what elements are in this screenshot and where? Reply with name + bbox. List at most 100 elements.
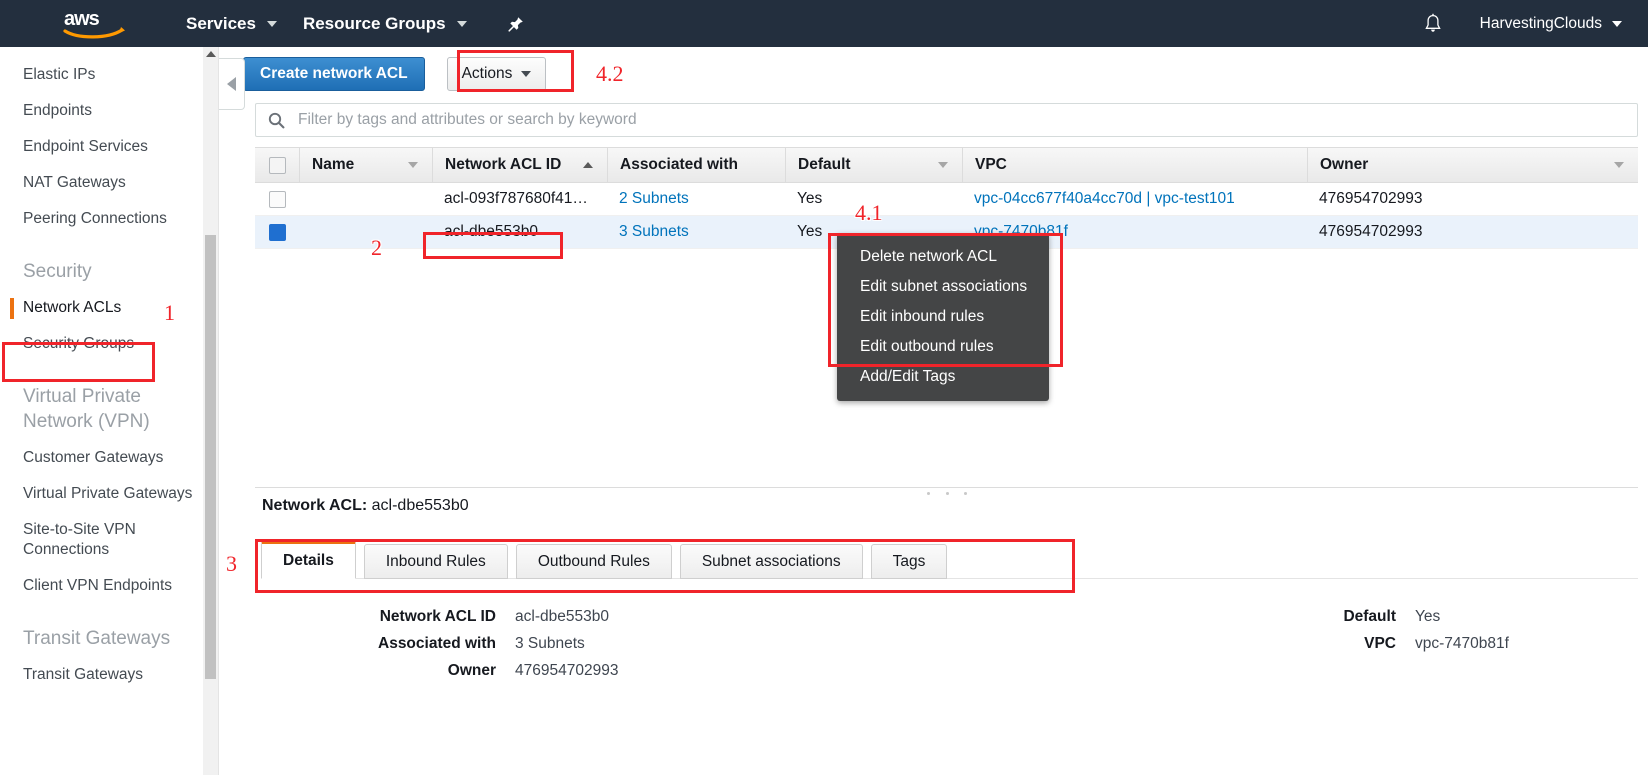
table-row[interactable]: acl-093f787680f41… 2 Subnets Yes vpc-04c…: [255, 183, 1638, 216]
sidebar-item-security-groups[interactable]: Security Groups: [0, 326, 203, 362]
sidebar-heading-label: Security: [23, 261, 92, 282]
sidebar-item-endpoint-services[interactable]: Endpoint Services: [0, 129, 203, 165]
tab-outbound-rules[interactable]: Outbound Rules: [515, 544, 672, 579]
tab-tags[interactable]: Tags: [870, 544, 948, 579]
sidebar-heading-label: Transit Gateways: [23, 628, 171, 649]
column-label: Default: [798, 156, 851, 173]
detail-label: Default: [1343, 607, 1396, 625]
nav-resource-groups[interactable]: Resource Groups: [290, 0, 480, 47]
cell-default: Yes: [785, 183, 962, 215]
tab-details[interactable]: Details: [261, 541, 356, 579]
nav-right-group: HarvestingClouds: [1416, 0, 1648, 47]
actions-dropdown-menu[interactable]: Delete network ACL Edit subnet associati…: [837, 233, 1049, 401]
vpc-link[interactable]: vpc-04cc677f40a4cc70d | vpc-test101: [974, 190, 1235, 208]
actions-label: Actions: [461, 65, 513, 82]
sidebar-item-elastic-ips[interactable]: Elastic IPs: [0, 57, 203, 93]
sidebar-item-endpoints[interactable]: Endpoints: [0, 93, 203, 129]
detail-row-default: Default Yes: [1123, 603, 1583, 630]
sort-ascending-icon[interactable]: [583, 162, 593, 168]
tab-subnet-associations[interactable]: Subnet associations: [679, 544, 863, 579]
create-network-acl-button[interactable]: Create network ACL: [243, 57, 425, 91]
account-menu[interactable]: HarvestingClouds: [1450, 15, 1634, 33]
actions-button[interactable]: Actions: [446, 57, 547, 91]
column-header-default[interactable]: Default: [785, 148, 962, 182]
sidebar-item-virtual-private-gateways[interactable]: Virtual Private Gateways: [0, 476, 203, 512]
detail-fields-left: Network ACL ID acl-dbe553b0 Associated w…: [243, 603, 943, 684]
detail-row-network-acl-id: Network ACL ID acl-dbe553b0: [243, 603, 943, 630]
sidebar-item-network-acls[interactable]: Network ACLs: [0, 290, 203, 326]
detail-panel-title: Network ACL: acl-dbe553b0: [262, 497, 469, 515]
select-all-checkbox[interactable]: [269, 156, 286, 174]
detail-row-associated-with: Associated with 3 Subnets: [243, 630, 943, 657]
detail-vpc-link[interactable]: vpc-7470b81f: [1415, 635, 1509, 653]
grip-dot-icon: [964, 491, 967, 495]
menu-item-label: Edit outbound rules: [860, 338, 994, 355]
bell-icon[interactable]: [1416, 13, 1450, 35]
cell-name: [299, 216, 432, 248]
column-header-vpc[interactable]: VPC: [962, 148, 1307, 182]
cell-owner: 476954702993: [1307, 183, 1638, 215]
menu-item-delete-network-acl[interactable]: Delete network ACL: [837, 242, 1049, 272]
menu-item-label: Edit inbound rules: [860, 308, 985, 325]
cell-associated-with: 3 Subnets: [607, 216, 785, 248]
sort-descending-icon[interactable]: [1614, 162, 1624, 168]
sidebar-item-peering-connections[interactable]: Peering Connections: [0, 201, 203, 237]
chevron-down-icon: [1612, 20, 1622, 27]
scrollbar-thumb[interactable]: [205, 235, 216, 679]
menu-item-edit-subnet-associations[interactable]: Edit subnet associations: [837, 272, 1049, 302]
nav-services[interactable]: Services: [173, 0, 290, 47]
cell-value: acl-dbe553b0: [444, 223, 538, 240]
sidebar-item-transit-gateways[interactable]: Transit Gateways: [0, 657, 203, 693]
menu-item-edit-outbound-rules[interactable]: Edit outbound rules: [837, 332, 1049, 362]
tab-inbound-rules[interactable]: Inbound Rules: [363, 544, 508, 579]
sidebar-divider: [218, 47, 219, 775]
column-header-name[interactable]: Name: [299, 148, 432, 182]
sidebar-navigation: Elastic IPs Endpoints Endpoint Services …: [0, 47, 203, 775]
column-header-network-acl-id[interactable]: Network ACL ID: [432, 148, 607, 182]
row-checkbox[interactable]: [269, 223, 286, 241]
sidebar-item-client-vpn-endpoints[interactable]: Client VPN Endpoints: [0, 568, 203, 604]
menu-item-add-edit-tags[interactable]: Add/Edit Tags: [837, 362, 1049, 392]
nav-resource-groups-label: Resource Groups: [302, 13, 446, 33]
chevron-down-icon: [456, 20, 467, 27]
row-checkbox[interactable]: [269, 190, 286, 208]
aws-logo[interactable]: aws: [62, 7, 128, 41]
row-select-cell: [255, 183, 299, 215]
subnets-link[interactable]: 3 Subnets: [619, 223, 689, 241]
sidebar-item-customer-gateways[interactable]: Customer Gateways: [0, 440, 203, 476]
tab-label: Tags: [892, 552, 926, 570]
menu-item-edit-inbound-rules[interactable]: Edit inbound rules: [837, 302, 1049, 332]
filter-search-bar[interactable]: [255, 103, 1638, 137]
pin-icon[interactable]: [507, 15, 525, 33]
cell-network-acl-id: acl-dbe553b0: [432, 216, 607, 248]
sidebar-collapse-button[interactable]: [219, 58, 245, 110]
sidebar-item-label: Customer Gateways: [23, 449, 164, 466]
sidebar-item-label: Site-to-Site VPN Connections: [23, 521, 136, 558]
menu-item-label: Edit subnet associations: [860, 278, 1028, 295]
detail-label: Owner: [447, 661, 496, 679]
cell-vpc: vpc-04cc677f40a4cc70d | vpc-test101: [962, 183, 1307, 215]
detail-fields-right: Default Yes VPC vpc-7470b81f: [1123, 603, 1583, 657]
sidebar-item-site-to-site-vpn-connections[interactable]: Site-to-Site VPN Connections: [0, 512, 203, 568]
subnets-link[interactable]: 2 Subnets: [619, 190, 689, 208]
cell-value: acl-093f787680f41…: [444, 190, 588, 207]
sidebar-item-label: Client VPN Endpoints: [23, 577, 173, 594]
search-input[interactable]: [296, 110, 1637, 130]
tab-label: Details: [283, 552, 334, 569]
sidebar-scrollbar[interactable]: [203, 47, 218, 775]
detail-label: Associated with: [378, 634, 496, 652]
search-icon: [268, 112, 285, 128]
column-label: Owner: [1320, 156, 1369, 173]
scroll-up-arrow-icon[interactable]: [206, 51, 216, 57]
panel-resize-handle[interactable]: [927, 488, 967, 498]
tab-label: Subnet associations: [701, 552, 841, 570]
sidebar-item-nat-gateways[interactable]: NAT Gateways: [0, 165, 203, 201]
tab-label: Inbound Rules: [385, 552, 486, 570]
sort-descending-icon[interactable]: [938, 162, 948, 168]
detail-subnets-link[interactable]: 3 Subnets: [515, 635, 585, 653]
sort-descending-icon[interactable]: [408, 162, 418, 168]
create-network-acl-label: Create network ACL: [260, 65, 408, 82]
column-header-associated-with[interactable]: Associated with: [607, 148, 785, 182]
column-header-owner[interactable]: Owner: [1307, 148, 1638, 182]
detail-value: Yes: [1415, 607, 1441, 625]
